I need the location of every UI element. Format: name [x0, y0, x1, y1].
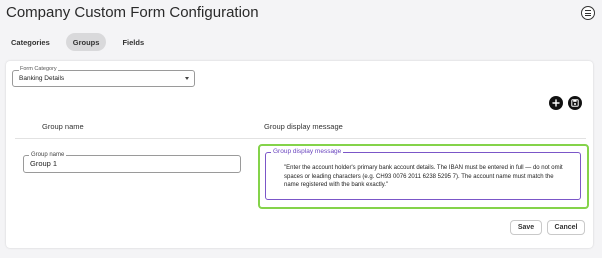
group-name-value: Group 1	[30, 159, 58, 168]
tab-fields[interactable]: Fields	[116, 33, 150, 51]
tab-groups[interactable]: Groups	[65, 33, 107, 51]
cancel-button[interactable]: Cancel	[547, 220, 585, 235]
plus-icon	[552, 99, 560, 107]
form-category-label: Form Category	[19, 66, 58, 73]
save-disk-icon	[571, 99, 579, 107]
group-name-field[interactable]: Group name Group 1	[23, 151, 241, 173]
form-category-value: Banking Details	[19, 75, 65, 82]
tab-bar: Categories Groups Fields	[5, 33, 160, 51]
header-divider	[15, 138, 586, 139]
display-message-label: Group display message	[271, 148, 344, 156]
save-button[interactable]: Save	[510, 220, 542, 235]
column-header-display-message: Group display message	[264, 122, 343, 131]
hamburger-menu-icon[interactable]	[581, 6, 595, 20]
tab-categories[interactable]: Categories	[5, 33, 56, 51]
display-message-field[interactable]: Group display message "Enter the account…	[265, 148, 581, 200]
add-group-button[interactable]	[549, 96, 563, 110]
save-groups-icon-button[interactable]	[568, 96, 582, 110]
column-header-group-name: Group name	[42, 122, 84, 131]
group-name-label: Group name	[29, 151, 67, 159]
groups-card: Form Category Banking Details Group name…	[6, 61, 593, 248]
page: Company Custom Form Configuration Catego…	[0, 0, 602, 258]
chevron-down-icon	[185, 77, 189, 80]
display-message-highlight: Group display message "Enter the account…	[258, 144, 589, 209]
form-category-select[interactable]: Form Category Banking Details	[12, 66, 195, 87]
display-message-value[interactable]: "Enter the account holder's primary bank…	[284, 164, 569, 190]
page-title: Company Custom Form Configuration	[6, 4, 259, 21]
